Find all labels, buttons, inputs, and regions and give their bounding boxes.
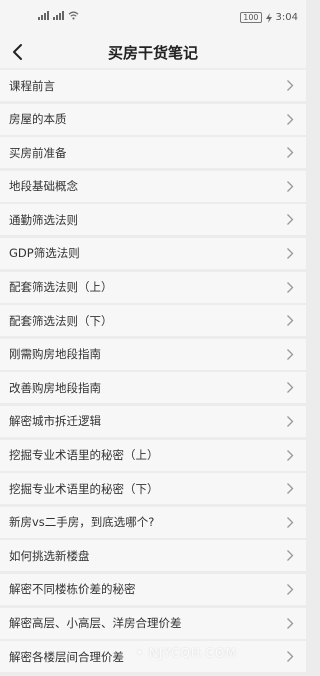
- chevron-right-icon: [287, 214, 294, 226]
- list-item[interactable]: 地段基础概念: [0, 170, 306, 202]
- chevron-right-icon: [287, 516, 294, 528]
- chevron-right-icon: [287, 651, 294, 663]
- wifi-icon: [68, 11, 79, 20]
- item-label: 解密不同楼栋价差的秘密: [9, 582, 136, 597]
- chevron-right-icon: [287, 583, 294, 595]
- list-item[interactable]: GDP筛选法则: [0, 237, 306, 269]
- list-item[interactable]: 房屋的本质: [0, 103, 306, 135]
- status-left: [38, 11, 79, 20]
- item-label: 地段基础概念: [9, 179, 78, 194]
- item-label: 解密高层、小高层、洋房合理价差: [9, 616, 182, 630]
- page-title: 买房干货笔记: [107, 44, 198, 62]
- charging-icon: [265, 12, 272, 23]
- chevron-right-icon: [287, 483, 294, 495]
- signal-icon: [38, 11, 49, 20]
- list-item[interactable]: 挖掘专业术语里的秘密（下）: [0, 473, 306, 505]
- watermark: • NJYCQH.COM: [136, 646, 237, 660]
- chevron-right-icon: [287, 315, 294, 327]
- item-label: 挖掘专业术语里的秘密（上）: [9, 448, 159, 463]
- list-item[interactable]: 解密城市拆迁逻辑: [0, 405, 306, 437]
- item-label: 新房vs二手房，到底选哪个?: [9, 515, 155, 530]
- chevron-right-icon: [287, 550, 294, 562]
- list-item[interactable]: 课程前言: [0, 70, 306, 101]
- item-label: 挖掘专业术语里的秘密（下）: [9, 481, 159, 496]
- chevron-right-icon: [287, 449, 294, 461]
- list-item[interactable]: 买房前准备: [0, 137, 306, 169]
- item-label: 通勤筛选法则: [9, 212, 78, 227]
- item-label: 解密城市拆迁逻辑: [9, 414, 101, 429]
- item-label: 解密各楼层间合理价差: [9, 649, 124, 664]
- chevron-right-icon: [287, 415, 294, 427]
- chevron-right-icon: [287, 147, 294, 159]
- list-item[interactable]: 新房vs二手房，到底选哪个?: [0, 506, 306, 538]
- chevron-right-icon: [287, 617, 294, 629]
- list-item[interactable]: 解密不同楼栋价差的秘密: [0, 573, 306, 605]
- chevron-right-icon: [287, 281, 294, 293]
- item-label: 买房前准备: [9, 145, 67, 160]
- item-label: 课程前言: [9, 78, 55, 93]
- signal-icon-2: [53, 11, 64, 20]
- list-item[interactable]: 改善购房地段指南: [0, 372, 306, 404]
- chevron-right-icon: [287, 80, 294, 91]
- chevron-right-icon: [287, 180, 294, 192]
- item-label: 房屋的本质: [9, 112, 67, 127]
- chevron-right-icon: [287, 348, 294, 360]
- chevron-right-icon: [287, 382, 294, 394]
- chevron-right-icon: [287, 113, 294, 125]
- list-item[interactable]: 解密高层、小高层、洋房合理价差: [0, 607, 306, 639]
- list-item[interactable]: 配套筛选法则（上）: [0, 271, 306, 303]
- item-label: 如何挑选新楼盘: [9, 548, 90, 563]
- item-label: GDP筛选法则: [9, 246, 80, 261]
- battery-icon: 100: [240, 12, 262, 23]
- status-right: 100 3:04: [240, 12, 298, 23]
- navigation-bar: 买房干货笔记: [0, 36, 306, 68]
- status-bar: 100 3:04: [0, 0, 306, 36]
- chapter-list: 课程前言 房屋的本质 买房前准备 地段基础概念 通勤筛选法则 GDP筛选法则 配…: [0, 70, 306, 676]
- chevron-right-icon: [287, 248, 294, 259]
- list-item[interactable]: 配套筛选法则（下）: [0, 305, 306, 337]
- status-time: 3:04: [275, 12, 298, 23]
- list-item[interactable]: 如何挑选新楼盘: [0, 540, 306, 572]
- item-label: 改善购房地段指南: [9, 380, 101, 395]
- list-item[interactable]: 通勤筛选法则: [0, 204, 306, 236]
- list-item[interactable]: 刚需购房地段指南: [0, 338, 306, 370]
- list-item[interactable]: 挖掘专业术语里的秘密（上）: [0, 439, 306, 471]
- item-label: 刚需购房地段指南: [9, 347, 101, 362]
- item-label: 配套筛选法则（上）: [9, 280, 113, 295]
- item-label: 配套筛选法则（下）: [9, 313, 113, 328]
